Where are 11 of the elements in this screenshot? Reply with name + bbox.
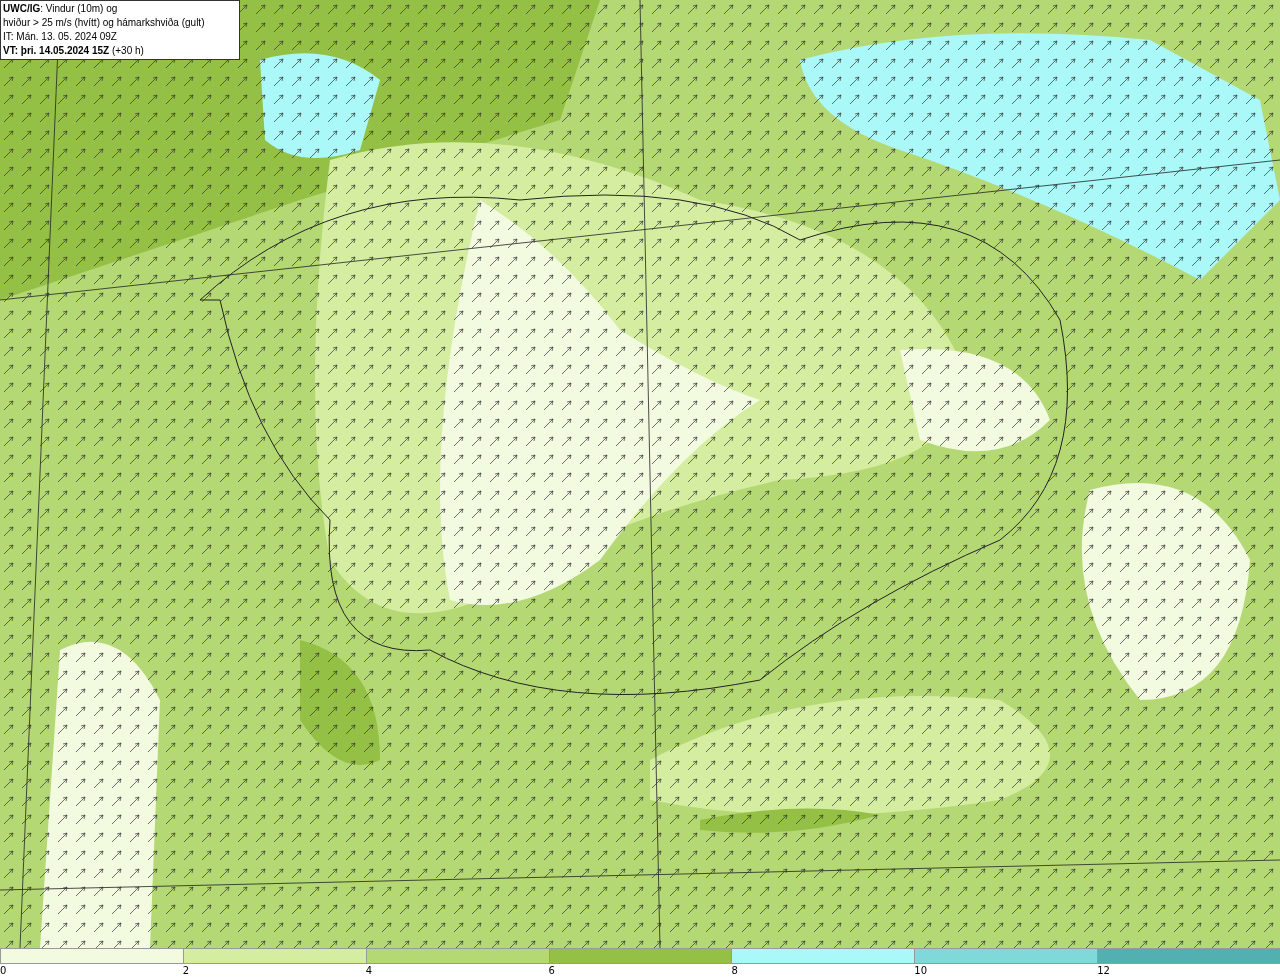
scale-label: 2 (182, 964, 190, 978)
scale-label: 8 (731, 964, 738, 978)
scale-label: 4 (365, 964, 373, 978)
scale-label: 12 (1097, 964, 1110, 978)
scale-label: 10 (914, 964, 928, 978)
scale-label: 6 (548, 964, 555, 978)
caption-line: VT: þri. 14.05.2024 15Z (+30 h) (3, 44, 145, 58)
scale-label: 0 (0, 964, 7, 978)
caption-line: IT: Mán. 13. 05. 2024 09Z (3, 30, 118, 44)
caption-line: UWC/IG: Vindur (10m) og (3, 2, 119, 16)
caption-line: hviður > 25 m/s (hvítt) og hámarkshviða (gult) (3, 16, 206, 30)
